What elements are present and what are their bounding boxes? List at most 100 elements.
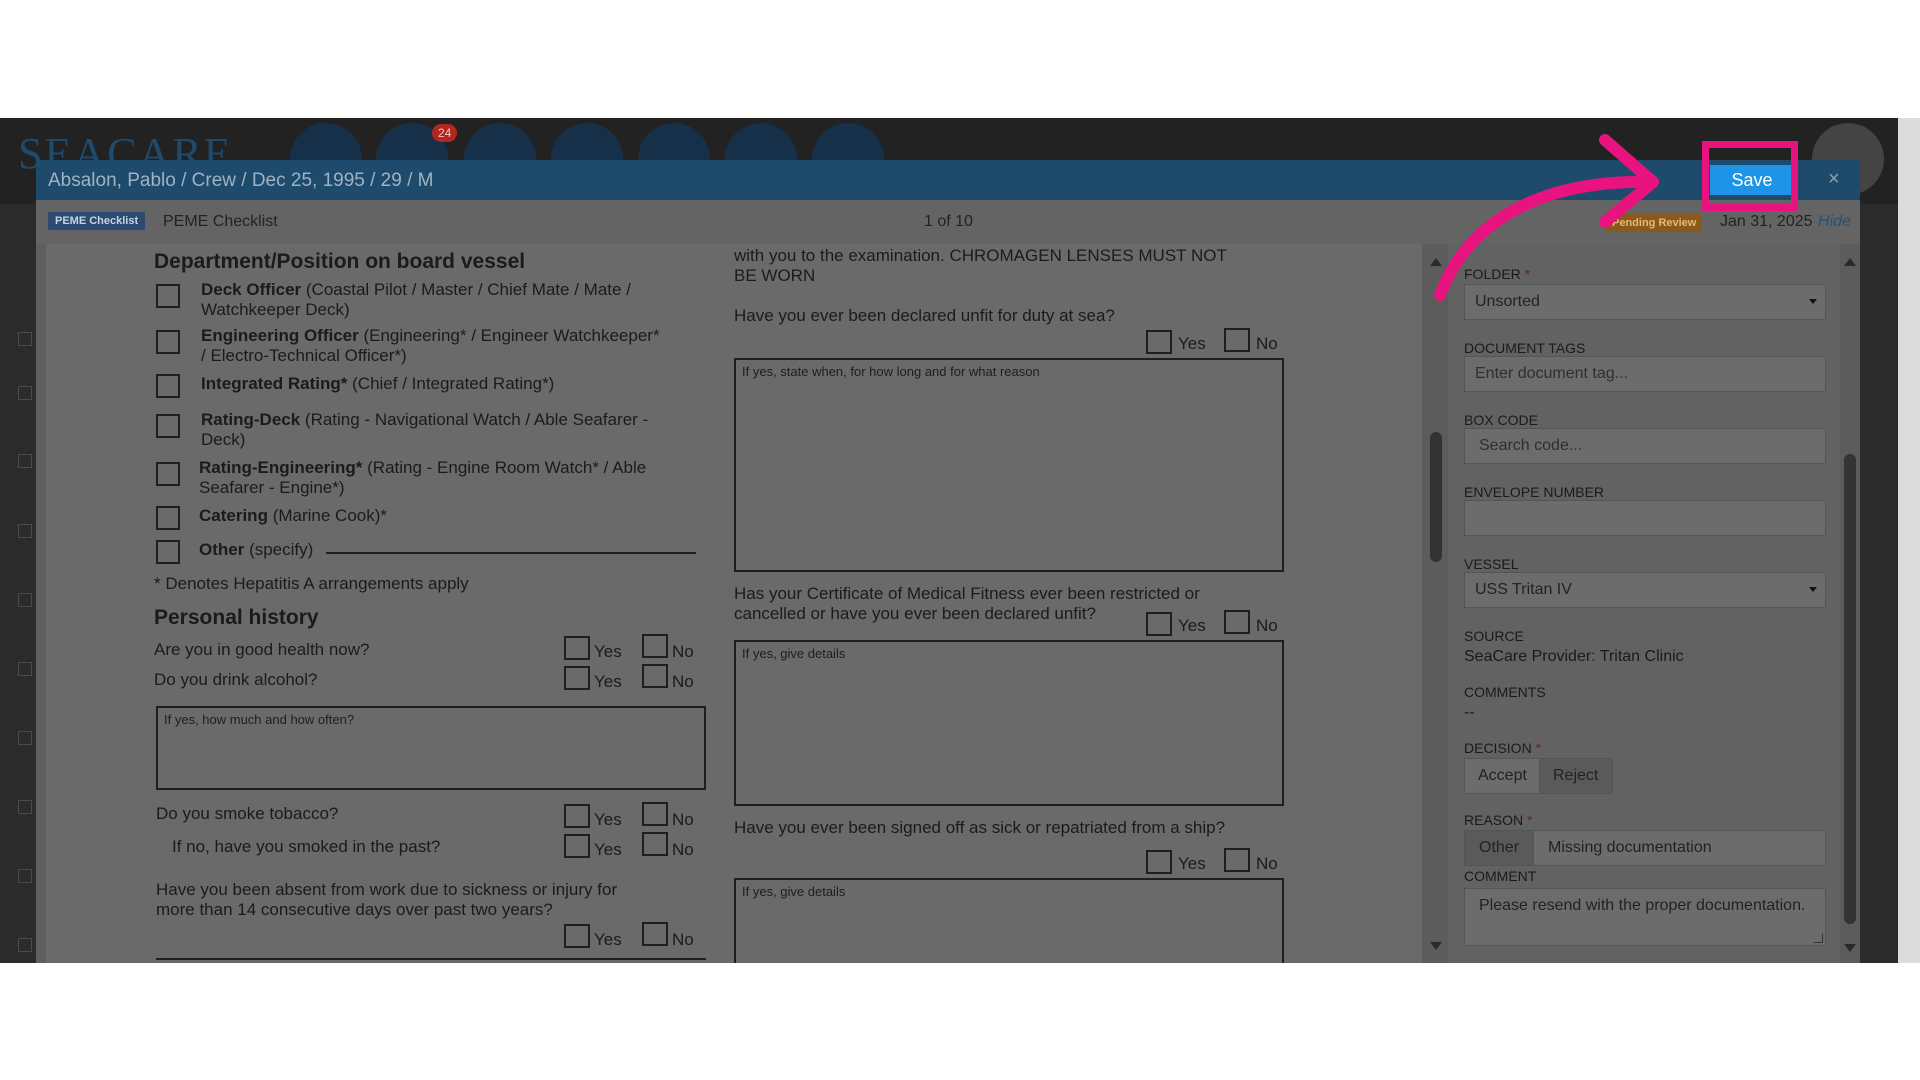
yes-label: Yes (594, 642, 622, 661)
no-checkbox[interactable] (642, 634, 668, 658)
question-label-cont: more than 14 consecutive days over past … (156, 900, 553, 919)
accept-button[interactable]: Accept (1464, 758, 1540, 794)
instruction-text-cont: BE WORN (734, 266, 816, 285)
position-option-cont: Seafarer - Engine*) (199, 478, 345, 497)
checkbox[interactable] (156, 506, 180, 530)
row-checkbox[interactable] (18, 524, 32, 538)
envelope-number-input[interactable] (1464, 500, 1826, 536)
yes-checkbox[interactable] (564, 834, 590, 858)
row-checkbox[interactable] (18, 332, 32, 346)
row-checkbox[interactable] (18, 869, 32, 883)
checkbox[interactable] (156, 462, 180, 486)
question-label-cont: cancelled or have you ever been declared… (734, 604, 1096, 623)
row-checkbox[interactable] (18, 662, 32, 676)
row-checkbox[interactable] (18, 386, 32, 400)
yes-checkbox[interactable] (1146, 850, 1172, 874)
section-heading: Department/Position on board vessel (154, 250, 526, 273)
pointer-arrow-icon (1434, 134, 1659, 301)
scroll-up-icon[interactable] (1844, 258, 1856, 266)
document-title: PEME Checklist (163, 213, 278, 230)
checkbox[interactable] (156, 330, 180, 354)
no-label: No (672, 642, 694, 661)
field-label: REASON * (1464, 812, 1533, 828)
field-label: BOX CODE (1464, 412, 1538, 428)
field-label: ENVELOPE NUMBER (1464, 484, 1605, 500)
row-checkbox[interactable] (18, 593, 32, 607)
modal-title: Absalon, Pablo / Crew / Dec 25, 1995 / 2… (48, 170, 434, 191)
yes-checkbox[interactable] (564, 666, 590, 690)
specify-line (326, 552, 696, 554)
question-label: If no, have you smoked in the past? (172, 837, 441, 856)
no-label: No (1256, 616, 1278, 635)
field-label: COMMENT (1464, 868, 1537, 884)
question-label: Do you smoke tobacco? (156, 804, 339, 823)
question-label: Have you been absent from work due to si… (156, 880, 618, 899)
row-checkbox[interactable] (18, 454, 32, 468)
yes-label: Yes (594, 840, 622, 859)
no-checkbox[interactable] (1224, 328, 1250, 352)
question-label: Do you drink alcohol? (154, 670, 318, 689)
notification-badge: 24 (432, 124, 458, 142)
question-label: Has your Certificate of Medical Fitness … (734, 584, 1200, 603)
close-icon[interactable]: × (1828, 168, 1840, 191)
answer-box[interactable]: If yes, give details (734, 640, 1284, 806)
yes-checkbox[interactable] (1146, 330, 1172, 354)
checkbox[interactable] (156, 284, 180, 308)
no-checkbox[interactable] (642, 922, 668, 946)
yes-label: Yes (1178, 854, 1206, 873)
document-scrollbar[interactable] (1422, 244, 1448, 963)
checkbox[interactable] (156, 414, 180, 438)
row-checkbox[interactable] (18, 938, 32, 952)
answer-box-label: If yes, give details (742, 884, 846, 899)
answer-box[interactable]: If yes, give details (734, 878, 1284, 963)
checkbox[interactable] (156, 374, 180, 398)
scroll-down-icon[interactable] (1430, 942, 1442, 950)
answer-box[interactable]: If yes, state when, for how long and for… (734, 358, 1284, 572)
panel-scrollbar[interactable] (1840, 244, 1860, 963)
field-label: VESSEL (1464, 556, 1519, 572)
reject-button[interactable]: Reject (1539, 758, 1613, 794)
save-highlight-box (1702, 141, 1798, 211)
position-option: Rating-Engineering* (Rating - Engine Roo… (199, 458, 647, 477)
hide-panel-link[interactable]: Hide (1818, 213, 1851, 231)
yes-checkbox[interactable] (564, 636, 590, 660)
scroll-thumb[interactable] (1430, 432, 1442, 562)
no-checkbox[interactable] (1224, 848, 1250, 872)
position-option: Integrated Rating* (Chief / Integrated R… (201, 374, 555, 393)
field-label: DOCUMENT TAGS (1464, 340, 1586, 356)
no-label: No (1256, 854, 1278, 873)
answer-box-label: If yes, how much and how often? (164, 712, 355, 727)
question-label: Are you in good health now? (154, 640, 370, 659)
yes-checkbox[interactable] (564, 924, 590, 948)
answer-box[interactable]: If yes, how much and how often? (156, 706, 706, 790)
row-checkbox[interactable] (18, 800, 32, 814)
no-checkbox[interactable] (1224, 610, 1250, 634)
chevron-down-icon (1809, 587, 1817, 592)
position-option: Catering (Marine Cook)* (199, 506, 388, 525)
box-code-search[interactable]: Search code... (1464, 428, 1826, 464)
document-viewer[interactable]: Department/Position on board vessel Deck… (46, 244, 1422, 963)
reason-category[interactable]: Other (1464, 830, 1534, 866)
reason-input[interactable]: Missing documentation (1533, 830, 1826, 866)
row-checkbox[interactable] (18, 731, 32, 745)
app-scrollbar[interactable] (1898, 118, 1920, 963)
no-checkbox[interactable] (642, 802, 668, 826)
yes-checkbox[interactable] (564, 804, 590, 828)
vessel-select[interactable]: USS Tritan IV (1464, 572, 1826, 608)
checkbox[interactable] (156, 540, 180, 564)
resize-handle-icon[interactable] (1814, 934, 1823, 943)
field-label: COMMENTS (1464, 684, 1546, 700)
scroll-thumb[interactable] (1844, 454, 1856, 924)
field-label: DECISION * (1464, 740, 1542, 756)
scroll-down-icon[interactable] (1844, 944, 1856, 952)
no-checkbox[interactable] (642, 664, 668, 688)
yes-checkbox[interactable] (1146, 612, 1172, 636)
comment-textarea[interactable]: Please resend with the proper documentat… (1464, 888, 1826, 946)
document-type-badge: PEME Checklist (48, 212, 146, 230)
question-label: Have you ever been signed off as sick or… (734, 818, 1226, 837)
source-value: SeaCare Provider: Tritan Clinic (1464, 648, 1684, 665)
question-label: Have you ever been declared unfit for du… (734, 306, 1115, 325)
document-tags-input[interactable]: Enter document tag... (1464, 356, 1826, 392)
no-label: No (672, 672, 694, 691)
no-checkbox[interactable] (642, 832, 668, 856)
